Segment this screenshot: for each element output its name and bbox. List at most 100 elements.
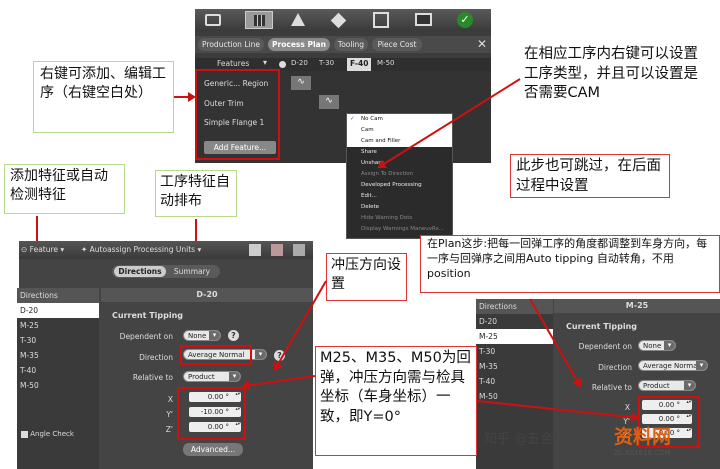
check-icon: ✓ xyxy=(350,116,355,122)
feature-dropdown[interactable]: ⊙ Feature ▾ xyxy=(21,245,64,254)
dependent-dropdown[interactable]: None xyxy=(183,330,221,341)
direction-label: Direction xyxy=(139,353,173,362)
list-item[interactable]: T-30 xyxy=(17,333,99,348)
monitor-icon[interactable] xyxy=(415,13,432,26)
list-item[interactable]: M-25 xyxy=(476,329,553,344)
menu-item-hide-warning[interactable]: Hide Warning Dots xyxy=(347,213,452,224)
tab-piece-cost[interactable]: Piece Cost xyxy=(372,38,422,51)
directions-panel: ⊙ Feature ▾ ✦ Autoassign Processing Unit… xyxy=(17,241,313,469)
menu-label: No Cam xyxy=(361,116,383,122)
menu-item-assign-direction[interactable]: Assign To Direction xyxy=(347,169,452,180)
help-icon[interactable]: ? xyxy=(228,330,239,341)
toolbar-icon[interactable] xyxy=(271,244,283,256)
note-skip: 此步也可跳过，在后面过程中设置 xyxy=(510,154,670,198)
relative-dropdown[interactable]: Product xyxy=(638,380,696,391)
feature-dropdown-label: Feature xyxy=(29,245,59,254)
note-springback: M25、M35、M50为回弹，冲压方向需与检具坐标（车身坐标）一致，即Y=0° xyxy=(315,346,477,456)
dependent-label: Dependent on xyxy=(578,342,632,351)
note-right-click-add: 右键可添加、编辑工序（右键空白处） xyxy=(33,61,174,133)
note-right-click-step: 在相应工序内右键可以设置工序类型，并且可以设置是否需要CAM xyxy=(522,43,702,106)
autoassign-dropdown[interactable]: ✦ Autoassign Processing Units ▾ xyxy=(81,245,201,254)
column-f40[interactable]: F-40 xyxy=(347,58,372,71)
list-item[interactable]: M-35 xyxy=(476,359,553,374)
relative-dropdown[interactable]: Product xyxy=(183,371,241,382)
note-auto-arrange: 工序特征自动排布 xyxy=(155,170,237,217)
icon-toolbar: ✓ xyxy=(195,9,491,31)
direction-dropdown[interactable]: Average Normal xyxy=(638,360,708,371)
toolbar-icon[interactable] xyxy=(249,244,261,256)
detail-title: D-20 xyxy=(196,290,218,299)
list-item[interactable]: T-40 xyxy=(17,363,99,378)
wand-icon: ✦ xyxy=(81,245,90,254)
note-add-feature: 添加特征或自动检测特征 xyxy=(4,164,125,214)
angle-check[interactable]: Angle Check xyxy=(21,430,74,438)
step-marker[interactable]: ∿ xyxy=(291,76,311,90)
menu-item-edit[interactable]: Edit... xyxy=(347,191,452,202)
directions-tabs: Directions Summary xyxy=(112,265,220,278)
list-header: Directions xyxy=(17,288,99,303)
list-item[interactable]: T-30 xyxy=(476,344,553,359)
dependent-label: Dependent on xyxy=(119,332,173,341)
step-marker[interactable]: ∿ xyxy=(319,95,339,109)
detail-header-right: M-25 xyxy=(554,299,720,313)
z-label: Z' xyxy=(165,425,173,434)
note-plan-step: 在Plan这步:把每一回弹工序的角度都调整到车身方向，每一序与回弹序之间用Aut… xyxy=(420,235,720,293)
list-item[interactable]: D-20 xyxy=(17,303,99,318)
x-label: X xyxy=(167,395,173,404)
menu-item-no-cam[interactable]: ✓ No Cam xyxy=(347,114,452,125)
relative-label: Relative to xyxy=(132,373,173,382)
menu-item-unshare[interactable]: Unshare xyxy=(347,158,452,169)
menu-item-display-warnings[interactable]: Display Warnings ManeuvRs... xyxy=(347,224,452,235)
press-icon[interactable] xyxy=(373,12,389,28)
tab-directions[interactable]: Directions xyxy=(114,266,166,277)
highlight-xyz xyxy=(177,387,246,440)
tab-summary[interactable]: Summary xyxy=(168,266,216,277)
list-item[interactable]: M-25 xyxy=(17,318,99,333)
site-url: ZL.XS1616.COM xyxy=(614,449,671,457)
close-icon[interactable]: ✕ xyxy=(477,37,487,51)
section-title: Current Tipping xyxy=(112,311,184,320)
list-header: Directions xyxy=(476,299,553,314)
tab-process-plan[interactable]: Process Plan xyxy=(268,38,330,51)
direction-toolbar: ⊙ Feature ▾ ✦ Autoassign Processing Unit… xyxy=(19,241,313,259)
checkbox-icon xyxy=(21,430,28,438)
detail-title: M-25 xyxy=(625,301,649,310)
chevron-down-icon: ▾ xyxy=(58,245,65,254)
site-logo: 资料网 ZL.XS1616.COM xyxy=(614,422,671,457)
arrow-note1 xyxy=(174,92,196,102)
column-d20[interactable]: D-20 xyxy=(291,59,308,67)
diamond-icon[interactable] xyxy=(330,12,347,29)
x-label: X xyxy=(624,403,630,412)
features-label: Features xyxy=(217,59,250,68)
direction-list: Directions D-20 M-25 T-30 M-35 T-40 M-50… xyxy=(17,288,99,469)
menu-item-delete[interactable]: Delete xyxy=(347,202,452,213)
column-t30[interactable]: T-30 xyxy=(319,59,334,67)
list-item[interactable]: M-50 xyxy=(17,378,99,393)
tab-production-line[interactable]: Production Line xyxy=(198,38,264,51)
dependent-dropdown[interactable]: None xyxy=(638,340,676,351)
toolbar-icon[interactable] xyxy=(293,244,305,256)
watermark: 知乎 @五金模具设计 xyxy=(484,432,606,447)
note-press-direction: 冲压方向设置 xyxy=(326,253,407,301)
menu-item-cam-and-filler[interactable]: Cam and Filler xyxy=(347,136,452,147)
check-icon[interactable]: ✓ xyxy=(457,12,473,28)
advanced-button[interactable]: Advanced... xyxy=(183,443,243,456)
highlight-feature-list xyxy=(195,69,280,160)
chevron-down-icon: ▾ xyxy=(195,245,202,254)
direction-label: Direction xyxy=(598,363,632,372)
list-item[interactable]: T-40 xyxy=(476,374,553,389)
detail-header: D-20 xyxy=(101,288,313,302)
home-icon[interactable] xyxy=(205,14,221,26)
chevron-down-icon[interactable]: ▾ xyxy=(263,58,267,67)
tab-tooling[interactable]: Tooling xyxy=(334,38,368,51)
y-label: Y' xyxy=(166,410,173,419)
list-item[interactable]: M-35 xyxy=(17,348,99,363)
column-m50[interactable]: M-50 xyxy=(377,59,394,67)
grid-icon[interactable] xyxy=(245,11,273,29)
highlight-direction xyxy=(180,345,252,365)
mountain-icon[interactable] xyxy=(291,13,305,26)
menu-item-developed-processing[interactable]: Developed Processing xyxy=(347,180,452,191)
autoassign-label: Autoassign Processing Units xyxy=(89,245,196,254)
checkbox-icon[interactable] xyxy=(279,61,286,68)
radio-icon: ⊙ xyxy=(21,245,30,254)
